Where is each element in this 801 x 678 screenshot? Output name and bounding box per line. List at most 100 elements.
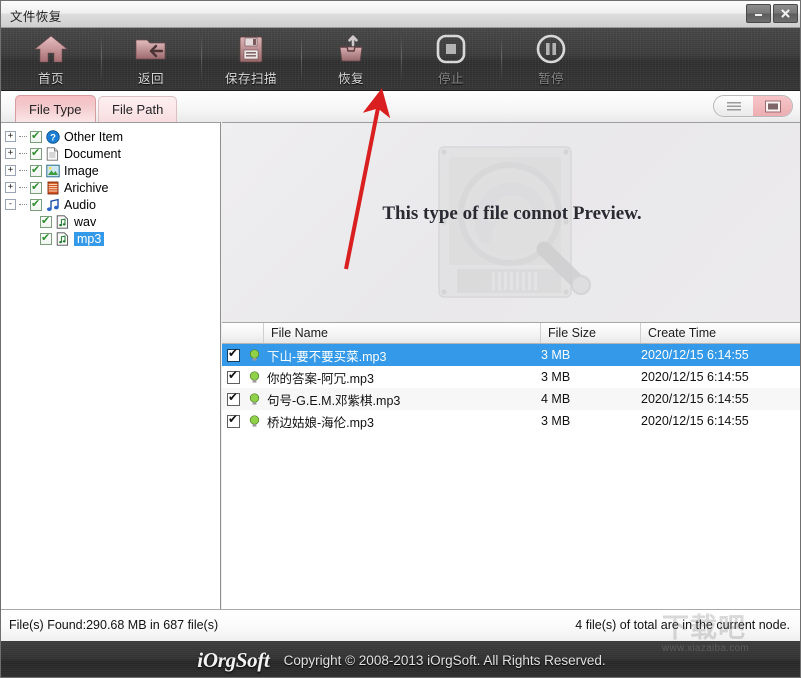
home-icon (34, 33, 68, 66)
cell-create-time: 2020/12/15 6:14:55 (641, 348, 749, 362)
tree-connector (19, 153, 27, 154)
file-type-tree-panel: + ? Other Item + (1, 122, 221, 609)
tab-file-path[interactable]: File Path (98, 96, 178, 122)
toolbar-button-pause[interactable]: 暂停 (501, 28, 601, 91)
toolbar-button-home[interactable]: 首页 (1, 28, 101, 91)
tree-node-label: Arichive (64, 180, 109, 195)
toolbar-label-save-scan: 保存扫描 (224, 71, 277, 86)
tree-node-audio[interactable]: - Audio (5, 196, 220, 213)
cell-create-time: 2020/12/15 6:14:55 (641, 414, 749, 428)
audio-file-icon (55, 214, 70, 229)
file-type-tree: + ? Other Item + (1, 123, 220, 247)
tree-node-archive[interactable]: + Arichive (5, 179, 220, 196)
question-blue-icon: ? (45, 129, 60, 144)
list-view-icon[interactable] (714, 96, 753, 116)
bulb-icon (248, 414, 261, 428)
cell-file-size: 3 MB (541, 414, 571, 428)
image-icon (45, 164, 60, 178)
row-checkbox-cell[interactable] (222, 366, 264, 388)
row-checkbox-cell[interactable] (222, 344, 264, 366)
toolbar-button-back[interactable]: 返回 (101, 28, 201, 91)
column-header-checkbox[interactable] (222, 323, 264, 343)
archive-icon (45, 181, 60, 195)
tree-checkbox[interactable] (40, 231, 52, 245)
brand-logo: iOrgSoft (197, 647, 270, 672)
recover-basket-icon (334, 33, 368, 66)
bulb-icon (248, 348, 261, 362)
status-current-node: 4 file(s) of total are in the current no… (575, 618, 790, 632)
column-header-file-name[interactable]: File Name (264, 323, 541, 343)
toolbar-label-stop: 停止 (437, 71, 464, 86)
cell-file-name: 下山-要不要买菜.mp3 (267, 349, 387, 364)
audio-note-icon (45, 198, 60, 212)
row-checkbox-cell[interactable] (222, 410, 264, 432)
detail-view-icon[interactable] (753, 96, 792, 116)
table-row[interactable]: 句号-G.E.M.邓紫棋.mp3 4 MB 2020/12/15 6:14:55 (222, 388, 800, 410)
view-mode-toggle[interactable] (713, 95, 793, 117)
expander-icon[interactable]: + (5, 148, 16, 159)
tab-file-type[interactable]: File Type (15, 95, 96, 122)
tree-node-other-item[interactable]: + ? Other Item (5, 128, 220, 145)
tree-checkbox[interactable] (40, 214, 52, 228)
expander-icon[interactable]: + (5, 182, 16, 193)
column-header-file-size[interactable]: File Size (541, 323, 641, 343)
preview-panel: This type of file connot Preview. (222, 122, 800, 322)
close-icon (781, 9, 790, 18)
tree-checkbox[interactable] (30, 146, 42, 160)
cell-file-name: 桥边姑娘-海伦.mp3 (267, 415, 374, 430)
toolbar-label-home: 首页 (37, 71, 64, 86)
svg-text:?: ? (50, 132, 56, 143)
tree-node-mp3[interactable]: mp3 (5, 230, 220, 247)
tree-connector (19, 170, 27, 171)
toolbar-button-stop[interactable]: 停止 (401, 28, 501, 91)
document-icon (45, 146, 60, 161)
tree-node-label: mp3 (74, 231, 105, 246)
tree-node-image[interactable]: + Image (5, 162, 220, 179)
cell-create-time: 2020/12/15 6:14:55 (641, 370, 749, 384)
toolbar-label-pause: 暂停 (537, 71, 564, 86)
file-list-header: File Name File Size Create Time (222, 323, 800, 344)
table-row[interactable]: 你的答案-阿冗.mp3 3 MB 2020/12/15 6:14:55 (222, 366, 800, 388)
table-row[interactable]: 桥边姑娘-海伦.mp3 3 MB 2020/12/15 6:14:55 (222, 410, 800, 432)
tree-checkbox[interactable] (30, 197, 42, 211)
row-checkbox[interactable] (227, 390, 240, 406)
status-bar: File(s) Found:290.68 MB in 687 file(s) 4… (1, 609, 800, 641)
column-header-create-time[interactable]: Create Time (641, 323, 800, 343)
floppy-save-icon (236, 33, 266, 66)
tree-node-label: Audio (64, 197, 96, 212)
file-recovery-window: 文件恢复 首页 返回 保存扫描 恢复 停止 暂停 File Type File … (0, 0, 801, 678)
tree-connector (19, 136, 27, 137)
tree-node-document[interactable]: + Document (5, 145, 220, 162)
footer-bar: iOrgSoft Copyright © 2008-2013 iOrgSoft.… (1, 641, 800, 677)
close-button[interactable] (773, 4, 798, 23)
table-row[interactable]: 下山-要不要买菜.mp3 3 MB 2020/12/15 6:14:55 (222, 344, 800, 366)
expander-icon[interactable]: + (5, 131, 16, 142)
tab-strip: File Type File Path (1, 91, 800, 122)
expander-icon[interactable]: + (5, 165, 16, 176)
tree-node-label: Image (64, 163, 99, 178)
tree-node-label: Document (64, 146, 121, 161)
minimize-button[interactable] (746, 4, 771, 23)
copyright-text: Copyright © 2008-2013 iOrgSoft. All Righ… (283, 652, 606, 668)
tree-checkbox[interactable] (30, 163, 42, 177)
row-checkbox[interactable] (227, 368, 240, 384)
tree-checkbox[interactable] (30, 129, 42, 143)
window-title: 文件恢复 (10, 10, 62, 24)
bulb-icon (248, 392, 261, 406)
expander-icon[interactable]: - (5, 199, 16, 210)
row-checkbox[interactable] (227, 412, 240, 428)
row-checkbox[interactable] (227, 346, 240, 362)
row-checkbox-cell[interactable] (222, 388, 264, 410)
toolbar-button-save-scan[interactable]: 保存扫描 (201, 28, 301, 91)
cell-create-time: 2020/12/15 6:14:55 (641, 392, 749, 406)
cell-file-name: 你的答案-阿冗.mp3 (267, 371, 374, 386)
back-folder-icon (134, 33, 168, 66)
tree-node-label: wav (74, 214, 97, 229)
audio-file-icon (55, 231, 70, 246)
tree-node-wav[interactable]: wav (5, 213, 220, 230)
pause-icon (535, 33, 567, 66)
minimize-icon (755, 14, 762, 16)
cell-file-size: 3 MB (541, 370, 571, 384)
toolbar-button-recover[interactable]: 恢复 (301, 28, 401, 91)
tree-checkbox[interactable] (30, 180, 42, 194)
